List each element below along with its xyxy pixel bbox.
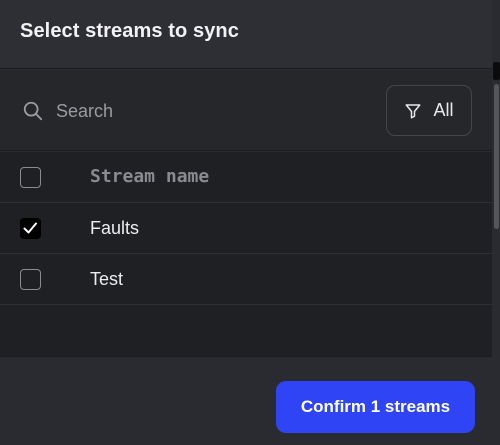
column-header-stream-name: Stream name — [90, 166, 210, 187]
table-row[interactable]: Test — [0, 254, 492, 305]
stream-name: Faults — [90, 218, 140, 238]
search-icon — [23, 101, 43, 121]
table-empty-space — [0, 305, 492, 357]
streams-table: Stream name Faults Test — [0, 152, 492, 305]
filter-button[interactable]: All — [386, 85, 472, 136]
row-checkbox-checked[interactable] — [20, 218, 41, 239]
filter-label: All — [433, 100, 454, 120]
dialog-header: Select streams to sync — [0, 0, 492, 69]
table-row[interactable]: Faults — [0, 203, 492, 254]
checkmark-icon — [23, 222, 37, 234]
filter-icon — [405, 103, 421, 118]
scrollbar-thumb[interactable] — [494, 84, 499, 229]
scrollbar-edge — [493, 62, 500, 80]
confirm-button[interactable]: Confirm 1 streams — [276, 381, 475, 433]
stream-select-dialog: Select streams to sync All Stream name F… — [0, 0, 500, 445]
stream-name: Test — [90, 269, 124, 289]
row-checkbox[interactable] — [20, 269, 41, 290]
select-all-checkbox[interactable] — [20, 167, 41, 188]
dialog-title: Select streams to sync — [20, 20, 239, 42]
table-header-row: Stream name — [0, 152, 492, 203]
search-input[interactable] — [56, 96, 356, 126]
